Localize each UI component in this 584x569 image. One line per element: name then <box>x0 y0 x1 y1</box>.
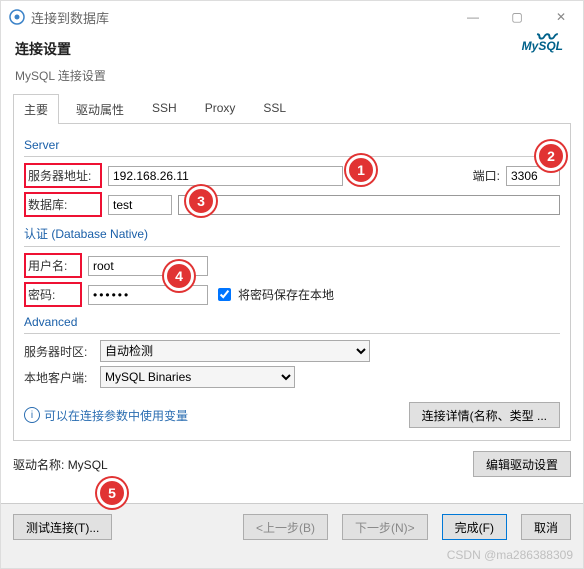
tab-ssh[interactable]: SSH <box>141 94 188 123</box>
mysql-logo: 〰 MySQL <box>522 39 563 53</box>
page-subtitle: MySQL 连接设置 <box>15 67 106 84</box>
username-label: 用户名: <box>24 253 82 278</box>
vars-info-link[interactable]: i 可以在连接参数中使用变量 <box>24 407 188 424</box>
tab-proxy[interactable]: Proxy <box>194 94 247 123</box>
minimize-button[interactable]: — <box>451 1 495 33</box>
password-input[interactable] <box>88 285 208 305</box>
port-label: 端口: <box>473 167 500 184</box>
tab-main[interactable]: 主要 <box>13 94 59 123</box>
annotation-2: 2 <box>536 141 566 171</box>
annotation-4: 4 <box>164 261 194 291</box>
driver-name-value: MySQL <box>68 458 108 472</box>
back-button[interactable]: <上一步(B) <box>243 514 328 540</box>
database-label: 数据库: <box>24 192 102 217</box>
tab-driver-props[interactable]: 驱动属性 <box>65 94 135 123</box>
finish-button[interactable]: 完成(F) <box>442 514 507 540</box>
dialog-header: 连接设置 MySQL 连接设置 〰 MySQL <box>1 33 583 88</box>
connection-details-button[interactable]: 连接详情(名称、类型 ... <box>409 402 560 428</box>
client-label: 本地客户端: <box>24 369 94 386</box>
test-connection-button[interactable]: 测试连接(T)... <box>13 514 112 540</box>
password-label: 密码: <box>24 282 82 307</box>
timezone-select[interactable]: 自动检测 <box>100 340 370 362</box>
host-label: 服务器地址: <box>24 163 102 188</box>
dialog-body: 主要 驱动属性 SSH Proxy SSL Server 服务器地址: 1 端口… <box>1 88 583 503</box>
annotation-5: 5 <box>97 478 127 508</box>
save-password-checkbox[interactable]: 将密码保存在本地 <box>214 285 334 304</box>
group-auth: 认证 (Database Native) <box>24 225 560 242</box>
page-title: 连接设置 <box>15 39 106 59</box>
database-input-ext[interactable] <box>178 195 560 215</box>
save-password-label: 将密码保存在本地 <box>238 286 334 303</box>
database-input[interactable] <box>108 195 172 215</box>
titlebar: 连接到数据库 — ▢ ✕ <box>1 1 583 33</box>
client-select[interactable]: MySQL Binaries <box>100 366 295 388</box>
dolphin-icon: 〰 <box>535 21 555 50</box>
host-input[interactable] <box>108 166 343 186</box>
annotation-1: 1 <box>346 155 376 185</box>
edit-driver-button[interactable]: 编辑驱动设置 <box>473 451 571 477</box>
group-advanced: Advanced <box>24 315 560 329</box>
annotation-3: 3 <box>186 186 216 216</box>
connection-dialog: 连接到数据库 — ▢ ✕ 连接设置 MySQL 连接设置 〰 MySQL 主要 … <box>0 0 584 569</box>
timezone-label: 服务器时区: <box>24 343 94 360</box>
next-button[interactable]: 下一步(N)> <box>342 514 428 540</box>
dialog-footer: 5 测试连接(T)... <上一步(B) 下一步(N)> 完成(F) 取消 CS… <box>1 503 583 568</box>
driver-name-label: 驱动名称: <box>13 458 64 472</box>
save-password-input[interactable] <box>218 288 231 301</box>
tab-ssl[interactable]: SSL <box>252 94 297 123</box>
group-server: Server <box>24 138 560 152</box>
app-icon <box>9 9 25 25</box>
watermark: CSDN @ma286388309 <box>447 548 573 562</box>
info-icon: i <box>24 407 40 423</box>
maximize-button[interactable]: ▢ <box>495 1 539 33</box>
window-title: 连接到数据库 <box>31 8 109 27</box>
tab-bar: 主要 驱动属性 SSH Proxy SSL <box>13 94 571 124</box>
cancel-button[interactable]: 取消 <box>521 514 571 540</box>
